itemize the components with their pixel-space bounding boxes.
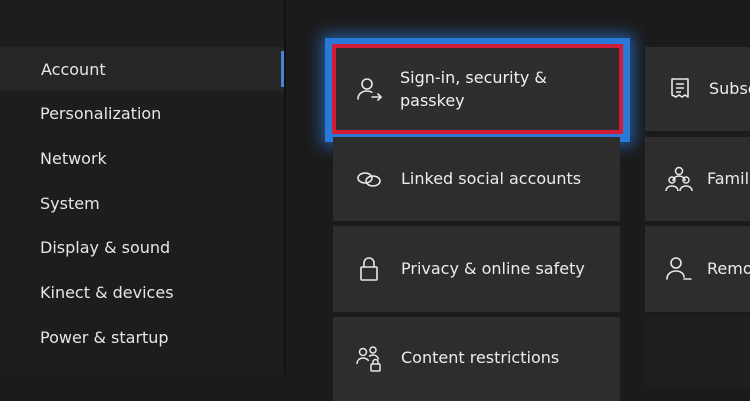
tile-linked-social-accounts[interactable]: Linked social accounts [333,137,620,221]
tile-label: Content restrictions [401,348,560,367]
tile-signin-security-passkey[interactable]: Sign-in, security & passkey [332,44,623,134]
sidebar-item-label: System [40,193,100,213]
tile-label: Sign-in, security & passkey [400,66,547,112]
tile-label: Subsc [709,79,750,98]
sidebar-item-label: Power & startup [40,327,169,347]
tile-content-restrictions[interactable]: Content restrictions [333,317,620,401]
tile-family[interactable]: Famil [645,137,750,221]
user-remove-icon [665,255,693,283]
sidebar-item-partial[interactable] [0,358,284,378]
family-icon [665,165,693,193]
sidebar-item-label: Personalization [40,103,162,123]
sidebar-item-label: Account [41,59,106,79]
sidebar-divider [284,0,286,375]
sidebar-item-kinect-devices[interactable]: Kinect & devices [0,270,284,314]
tile-label-line1: Sign-in, security & [400,68,547,87]
tile-label: Privacy & online safety [401,259,585,278]
sidebar-item-power-startup[interactable]: Power & startup [0,315,284,359]
tile-privacy-online-safety[interactable]: Privacy & online safety [333,226,620,312]
tile-empty [645,317,750,387]
sidebar-item-system[interactable]: System [0,181,284,225]
tile-label: Linked social accounts [401,169,582,188]
link-icon [355,165,383,193]
sidebar-item-label: Network [40,148,107,168]
user-arrow-icon [356,75,384,103]
lock-icon [355,255,383,283]
sidebar-item-account[interactable]: Account [0,47,284,91]
tile-remove-account[interactable]: Remo [645,226,750,312]
sidebar-item-network[interactable]: Network [0,136,284,180]
sidebar-item-personalization[interactable]: Personalization [0,91,284,135]
tile-label: Famil [707,169,750,188]
settings-sidebar: Account Personalization Network System D… [0,0,284,375]
sidebar-item-label: Kinect & devices [40,282,174,302]
sidebar-item-display-sound[interactable]: Display & sound [0,225,284,269]
tile-label: Remo [707,259,750,278]
tile-subscriptions[interactable]: Subsc [645,47,750,131]
receipt-icon [667,75,695,103]
sidebar-item-label: Display & sound [40,237,171,257]
family-lock-icon [355,344,383,372]
tile-label-line2: passkey [400,91,465,110]
